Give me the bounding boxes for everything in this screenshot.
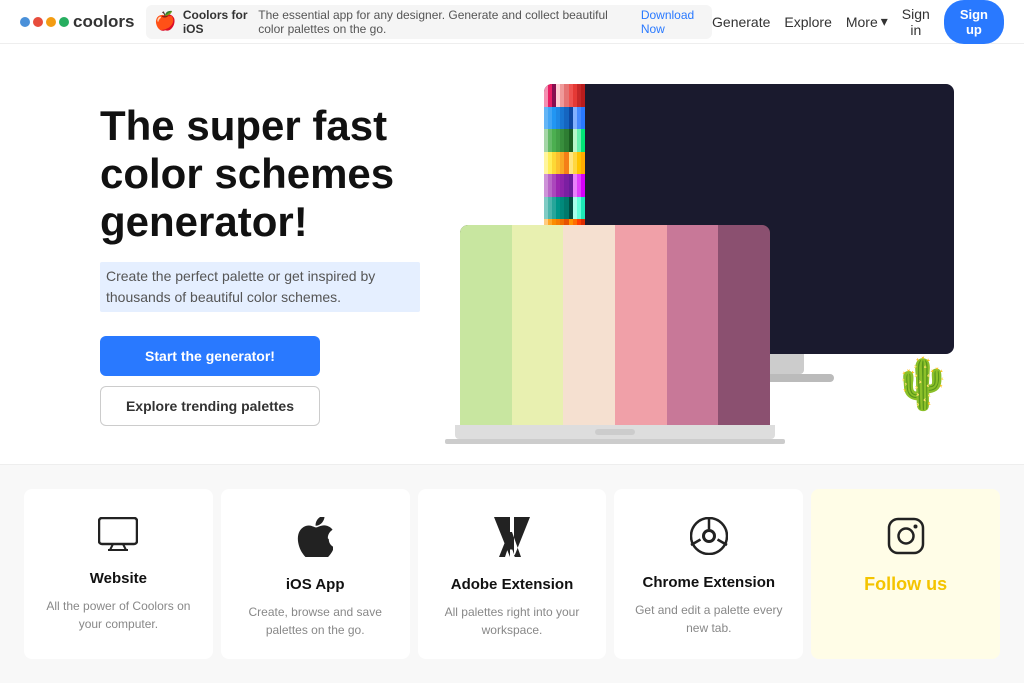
card-desc-adobe: All palettes right into your workspace. — [434, 603, 591, 639]
hero-devices: EXPLORE ↙ MAKE A PALETTE ↘ — [440, 84, 964, 444]
laptop-palette-strip — [615, 225, 667, 425]
website-icon — [98, 517, 138, 560]
ios-icon — [297, 517, 333, 566]
logo-text: coolors — [73, 12, 134, 32]
navbar: coolors 🍎 Coolors for iOS The essential … — [0, 0, 1024, 44]
color-swatch — [581, 107, 585, 130]
laptop-screen — [460, 225, 770, 425]
card-title-website: Website — [90, 570, 147, 587]
ios-banner[interactable]: 🍎 Coolors for iOS The essential app for … — [146, 5, 712, 39]
laptop-device — [460, 225, 770, 444]
card-desc-website: All the power of Coolors on your compute… — [40, 597, 197, 633]
cactus-decoration: 🌵 — [892, 355, 954, 414]
logo-circle-red — [33, 17, 43, 27]
navbar-left: coolors 🍎 Coolors for iOS The essential … — [20, 5, 712, 39]
card-desc-ios: Create, browse and save palettes on the … — [237, 603, 394, 639]
laptop-palette-strip — [667, 225, 719, 425]
laptop-foot — [445, 439, 785, 444]
card-website[interactable]: Website All the power of Coolors on your … — [24, 489, 213, 659]
card-title-adobe: Adobe Extension — [451, 576, 574, 593]
follow-icon — [887, 517, 925, 564]
nav-generate-link[interactable]: Generate — [712, 14, 770, 30]
ios-download-link[interactable]: Download Now — [641, 8, 704, 36]
chevron-down-icon: ▾ — [881, 13, 888, 30]
logo-circle-green — [59, 17, 69, 27]
logo-circle-blue — [20, 17, 30, 27]
explore-palettes-button[interactable]: Explore trending palettes — [100, 386, 320, 426]
logo-circles — [20, 17, 69, 27]
card-adobe[interactable]: Adobe Extension All palettes right into y… — [418, 489, 607, 659]
signup-button[interactable]: Sign up — [944, 0, 1004, 44]
card-desc-chrome: Get and edit a palette every new tab. — [630, 601, 787, 637]
start-generator-button[interactable]: Start the generator! — [100, 336, 320, 376]
laptop-notch — [595, 429, 635, 435]
hero-title: The super fast color schemes generator! — [100, 102, 420, 247]
navbar-right: Generate Explore More ▾ Sign in Sign up — [712, 0, 1004, 44]
color-swatch — [581, 174, 585, 197]
color-swatch — [581, 152, 585, 175]
hero-text: The super fast color schemes generator! … — [100, 102, 420, 427]
hero-section: The super fast color schemes generator! … — [0, 44, 1024, 464]
laptop-palette-strip — [460, 225, 512, 425]
logo-circle-orange — [46, 17, 56, 27]
logo[interactable]: coolors — [20, 12, 134, 32]
bottom-cards: Website All the power of Coolors on your … — [0, 464, 1024, 683]
ios-desc: The essential app for any designer. Gene… — [258, 8, 635, 36]
card-chrome[interactable]: Chrome Extension Get and edit a palette e… — [614, 489, 803, 659]
laptop-palette-strip — [512, 225, 564, 425]
hero-subtitle: Create the perfect palette or get inspir… — [100, 262, 420, 312]
laptop-palette — [460, 225, 770, 425]
nav-more-dropdown[interactable]: More ▾ — [846, 13, 888, 30]
nav-more-label: More — [846, 14, 878, 30]
card-follow[interactable]: Follow us — [811, 489, 1000, 659]
chrome-icon — [690, 517, 728, 564]
ios-label: Coolors for iOS — [183, 8, 252, 36]
card-title-ios: iOS App — [286, 576, 345, 593]
signin-button[interactable]: Sign in — [902, 6, 930, 38]
color-swatch — [581, 84, 585, 107]
ios-icon: 🍎 — [154, 11, 176, 32]
adobe-icon — [494, 517, 530, 566]
card-title-follow: Follow us — [864, 574, 947, 595]
laptop-palette-strip — [563, 225, 615, 425]
color-swatch — [581, 197, 585, 220]
color-swatch — [581, 129, 585, 152]
nav-explore-link[interactable]: Explore — [784, 14, 831, 30]
laptop-palette-strip — [718, 225, 770, 425]
laptop-bottom — [455, 425, 775, 439]
card-ios[interactable]: iOS App Create, browse and save palettes … — [221, 489, 410, 659]
card-title-chrome: Chrome Extension — [643, 574, 776, 591]
